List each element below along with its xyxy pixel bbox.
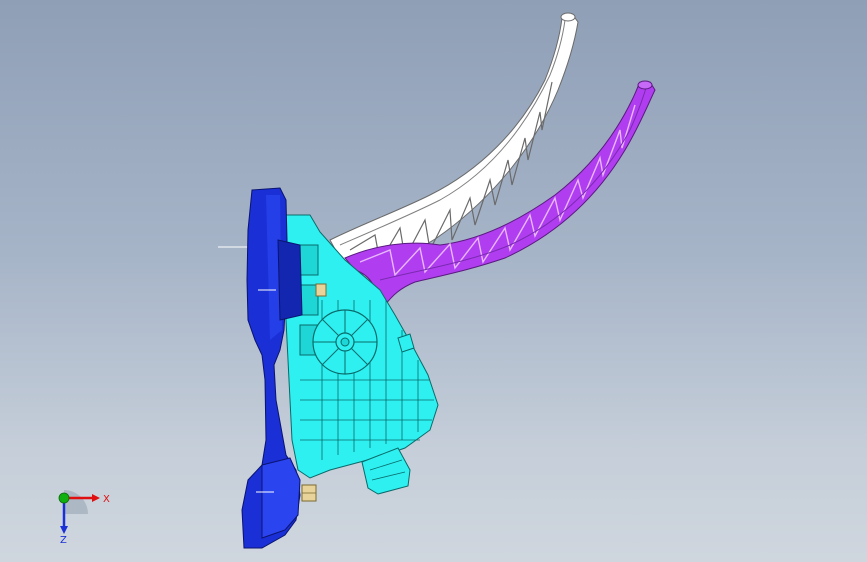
orientation-triad[interactable]: X Z Y	[46, 480, 116, 544]
fastener-bottom	[301, 484, 317, 502]
cad-3d-viewport[interactable]	[0, 0, 867, 562]
x-axis-label: X	[103, 494, 110, 505]
pedal-arm-purple[interactable]	[344, 80, 656, 306]
z-axis-label: Z	[60, 535, 67, 544]
y-axis-marker	[58, 492, 70, 504]
gear-wheel	[312, 309, 378, 375]
fastener-top	[315, 283, 327, 297]
